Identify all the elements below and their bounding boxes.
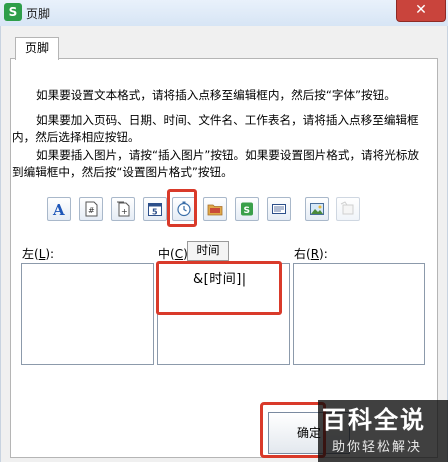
left-section-label: 左(L):	[22, 247, 55, 261]
close-button[interactable]: ✕	[396, 0, 446, 22]
folder-icon	[207, 204, 223, 216]
font-A-icon: A	[52, 201, 65, 217]
svg-text:5: 5	[152, 208, 158, 217]
right-section-editbox[interactable]	[293, 263, 425, 365]
window-title: 页脚	[26, 7, 51, 21]
title-bar: S 页脚 ✕	[0, 0, 448, 27]
time-tooltip: 时间	[187, 241, 229, 261]
date-button[interactable]: 5	[143, 197, 167, 221]
total-pages-icon: +	[117, 201, 130, 217]
tab-footer[interactable]: 页脚	[15, 37, 59, 60]
insert-picture-button[interactable]	[305, 197, 329, 221]
right-section-label: 右(R):	[294, 247, 328, 261]
font-button[interactable]: A	[47, 197, 71, 221]
file-path-button[interactable]	[203, 197, 227, 221]
svg-text:A: A	[52, 201, 65, 217]
watermark-title: 百科全说	[322, 406, 426, 434]
picture-icon	[310, 203, 324, 215]
ok-button-highlight	[260, 402, 326, 458]
instruction-fields: 如果要加入页码、日期、时间、文件名、工作表名，请将插入点移至编辑框内，然后选择相…	[12, 113, 419, 144]
instruction-picture: 如果要插入图片，请按“插入图片”按钮。如果要设置图片格式，请将光标放到编辑框中，…	[12, 148, 420, 179]
svg-text:+: +	[121, 207, 128, 216]
page-number-icon: #	[85, 201, 98, 217]
watermark-subtitle: 助你轻松解决	[332, 440, 423, 455]
center-editbox-highlight	[156, 261, 282, 315]
total-pages-button[interactable]: +	[111, 197, 135, 221]
svg-text:S: S	[244, 206, 250, 216]
instruction-text-format: 如果要设置文本格式，请将插入点移至编辑框内，然后按“字体”按钮。	[36, 88, 396, 102]
file-name-button[interactable]: S	[235, 197, 259, 221]
format-picture-icon	[340, 201, 354, 215]
excel-file-icon: S	[241, 202, 253, 216]
svg-text:#: #	[88, 206, 95, 215]
sheet-name-button[interactable]	[267, 197, 291, 221]
time-button-highlight	[167, 189, 197, 227]
calendar-5-icon: 5	[148, 203, 162, 217]
left-section-editbox[interactable]	[21, 263, 154, 365]
sheet-tab-icon	[272, 204, 286, 214]
format-picture-button[interactable]	[336, 197, 360, 221]
page-number-button[interactable]: #	[79, 197, 103, 221]
wps-app-icon: S	[4, 3, 22, 21]
center-section-label: 中(C)	[158, 247, 188, 261]
